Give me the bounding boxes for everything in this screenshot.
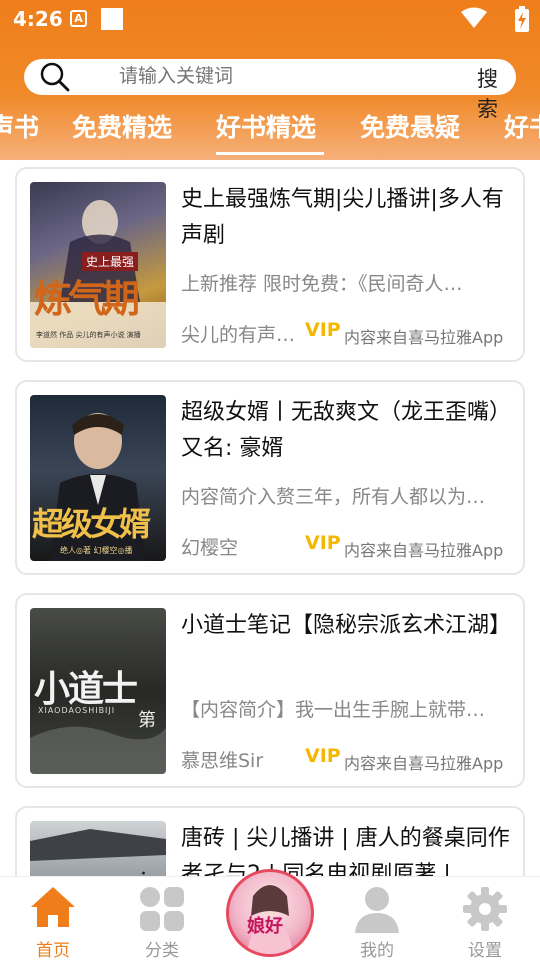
book-description: 上新推荐 限时免费：《民间奇人… xyxy=(181,273,463,295)
content-source: 内容来自喜马拉雅App xyxy=(344,754,504,773)
cover-credit-text: 绝人◎著 幻樱空◎播 xyxy=(60,546,133,555)
tab-audiobook[interactable]: 有声书 xyxy=(0,108,39,144)
app-header: 4:26 A 搜索 有声书 免费精选 好书精选 免费悬疑 好书 xyxy=(0,0,540,160)
book-card[interactable]: 小道士 XIAODAOSHIBIJI 第 小道士笔记【隐秘宗派玄术江湖】 【内容… xyxy=(15,593,525,788)
category-tabs: 有声书 免费精选 好书精选 免费悬疑 好书 xyxy=(0,100,540,160)
tab-free-mystery[interactable]: 免费悬疑 xyxy=(360,108,460,144)
search-input[interactable] xyxy=(119,65,439,87)
tab-free-picks[interactable]: 免费精选 xyxy=(72,108,172,144)
book-cover[interactable]: 史上最强 炼气期 李道然 作品 尖儿的有声小说 演播 xyxy=(30,182,166,348)
search-icon[interactable] xyxy=(40,62,70,92)
book-card[interactable]: 超级女婿 绝人◎著 幻樱空◎播 超级女婿丨无敌爽文（龙王歪嘴）又名: 豪婿 内容… xyxy=(15,380,525,575)
cover-subtitle-text: XIAODAOSHIBIJI xyxy=(38,706,116,715)
gear-icon xyxy=(463,887,507,931)
notification-square-icon xyxy=(101,8,123,30)
nav-category[interactable]: 分类 xyxy=(117,877,207,960)
vip-badge: VIP xyxy=(305,532,341,554)
content-source: 内容来自喜马拉雅App xyxy=(344,541,504,560)
book-cover[interactable]: 小道士 XIAODAOSHIBIJI 第 xyxy=(30,608,166,774)
nav-category-label: 分类 xyxy=(145,941,179,960)
book-cover[interactable]: 超级女婿 绝人◎著 幻樱空◎播 xyxy=(30,395,166,561)
book-card[interactable]: 史上最强 炼气期 李道然 作品 尖儿的有声小说 演播 史上最强炼气期|尖儿播讲|… xyxy=(15,167,525,362)
nav-home-label: 首页 xyxy=(36,941,70,960)
tab-good-books-more[interactable]: 好书 xyxy=(504,108,540,144)
cover-title-text: 小道士 xyxy=(34,668,138,710)
cover-title-text: 超级女婿 xyxy=(32,505,151,543)
nav-profile[interactable]: 我的 xyxy=(332,877,422,960)
notification-a-icon: A xyxy=(70,10,87,27)
book-title: 小道士笔记【隐秘宗派玄术江湖】 xyxy=(181,613,512,638)
book-title: 超级女婿丨无敌爽文（龙王歪嘴）又名: 豪婿 xyxy=(181,400,512,461)
user-icon xyxy=(355,887,399,933)
bottom-navigation: 首页 分类 娘好 我的 设置 xyxy=(0,869,540,960)
vip-badge: VIP xyxy=(305,319,341,341)
tab-good-books[interactable]: 好书精选 xyxy=(216,108,316,144)
book-description: 【内容简介】我一出生手腕上就带… xyxy=(181,699,486,721)
book-title: 史上最强炼气期|尖儿播讲|多人有声剧 xyxy=(181,187,504,248)
status-time: 4:26 xyxy=(13,7,63,31)
cover-side-text: 第 xyxy=(138,710,156,731)
vip-badge: VIP xyxy=(305,745,341,767)
search-bar[interactable]: 搜索 xyxy=(24,59,516,121)
book-author: 幻樱空 xyxy=(181,537,239,559)
nav-settings[interactable]: 设置 xyxy=(440,877,530,960)
nav-home[interactable]: 首页 xyxy=(8,877,98,960)
content-source: 内容来自喜马拉雅App xyxy=(344,328,504,347)
book-description: 内容简介入赘三年，所有人都以为… xyxy=(181,486,486,508)
status-bar: 4:26 A xyxy=(0,0,540,40)
active-tab-indicator xyxy=(216,152,324,155)
book-author: 慕思维Sir xyxy=(181,750,264,772)
promo-text: 娘好 xyxy=(247,916,283,937)
wifi-icon xyxy=(461,7,487,28)
cover-title-text: 炼气期 xyxy=(34,276,140,321)
category-grid-icon xyxy=(140,887,184,931)
cover-credit-text: 李道然 作品 尖儿的有声小说 演播 xyxy=(36,331,141,339)
nav-settings-label: 设置 xyxy=(468,941,502,960)
nav-profile-label: 我的 xyxy=(360,941,394,960)
book-author: 尖儿的有声… xyxy=(181,324,296,346)
home-icon xyxy=(31,887,75,927)
center-promo-button[interactable]: 娘好 xyxy=(226,869,314,957)
battery-charging-icon xyxy=(515,6,529,32)
